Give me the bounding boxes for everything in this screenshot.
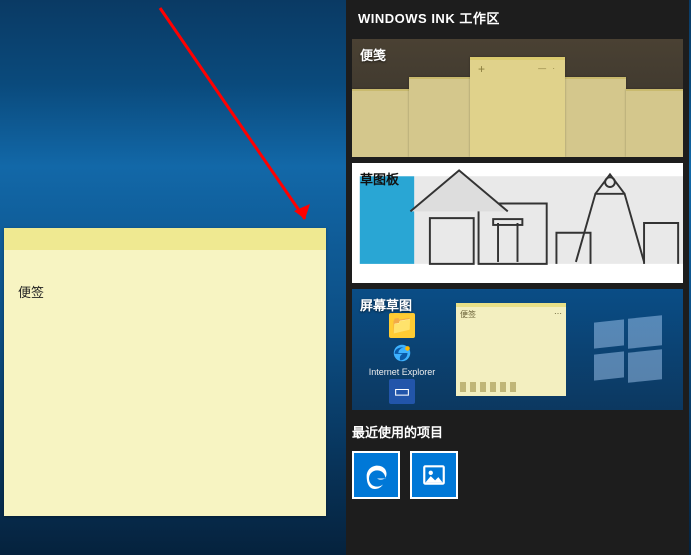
folder-icon: 📁 [389, 313, 415, 338]
note-thumb-icon [352, 89, 409, 157]
dash-icon: — · [538, 64, 557, 73]
mini-note-tools [456, 382, 566, 396]
tile-sketchpad[interactable]: 草图板 [352, 163, 683, 283]
windows-logo-icon [592, 315, 662, 385]
sticky-note-text: 便签 [18, 285, 44, 300]
mini-note-text: 便签 [460, 309, 476, 320]
sticky-note-window[interactable]: 便签 [4, 228, 326, 516]
tile-sticky-notes[interactable]: 便笺 + — · [352, 39, 683, 157]
recent-section: 最近使用的项目 [352, 422, 683, 499]
note-thumb-icon [565, 77, 626, 157]
tile-sketchpad-label: 草图板 [360, 169, 399, 188]
screen-sketch-mini-note: 便签 ⋯ [456, 303, 566, 396]
recent-tile-edge[interactable] [352, 451, 400, 499]
recent-title: 最近使用的项目 [352, 422, 683, 441]
ie-label: Internet Explorer [369, 367, 436, 377]
sticky-note-titlebar[interactable] [4, 228, 326, 250]
dots-icon: ⋯ [554, 309, 562, 320]
ie-icon [389, 340, 415, 365]
panel-title: WINDOWS INK 工作区 [346, 0, 689, 33]
tile-sticky-notes-label: 便笺 [360, 45, 386, 64]
edge-icon [362, 461, 390, 489]
sticky-note-body[interactable]: 便签 [4, 250, 326, 333]
note-thumb-icon [409, 77, 470, 157]
photos-icon [421, 462, 447, 488]
sketchpad-drawing-icon [352, 163, 683, 283]
recent-tile-photos[interactable] [410, 451, 458, 499]
windows-ink-workspace-panel: WINDOWS INK 工作区 便笺 + — · 草图板 [346, 0, 689, 555]
screen-sketch-winlogo [570, 289, 683, 410]
note-thumb-icon [626, 89, 683, 157]
tile-screen-sketch-label: 屏幕草图 [360, 295, 412, 314]
plus-icon: + [478, 62, 485, 76]
note-thumb-icon: + — · [470, 57, 565, 157]
app-icon: ▭ [389, 379, 415, 404]
tile-screen-sketch[interactable]: 屏幕草图 📁 Internet Explorer ▭ 便签 ⋯ [352, 289, 683, 410]
